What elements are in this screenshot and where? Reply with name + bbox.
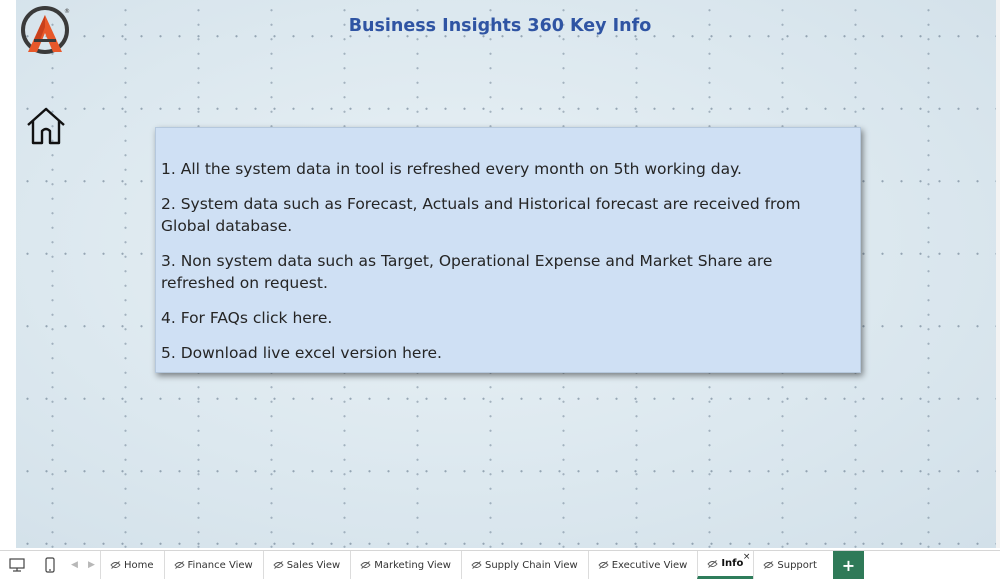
tab-label: Executive View: [611, 559, 688, 571]
prev-tab-icon[interactable]: ◀: [66, 551, 83, 579]
tab-label: Support: [777, 559, 817, 571]
svg-text:®: ®: [64, 8, 70, 15]
tab-info[interactable]: Info ×: [697, 551, 754, 579]
hidden-page-icon: [707, 559, 718, 568]
page-tab-bar: ◀ ▶ Home Finance View Sales View Marketi…: [0, 550, 1000, 579]
page-title: Business Insights 360 Key Info: [348, 16, 652, 36]
tab-sales-view[interactable]: Sales View: [262, 551, 351, 579]
tab-label: Info: [721, 558, 744, 569]
info-item-system-data: 2. System data such as Forecast, Actuals…: [161, 195, 801, 235]
home-icon[interactable]: [25, 105, 67, 147]
mobile-layout-icon[interactable]: [33, 551, 66, 579]
desktop-layout-icon[interactable]: [0, 551, 33, 579]
tab-label: Home: [124, 559, 154, 571]
hidden-page-icon: [471, 561, 482, 569]
hidden-page-icon: [360, 561, 371, 569]
tab-label: Marketing View: [374, 559, 451, 571]
tab-marketing-view[interactable]: Marketing View: [350, 551, 461, 579]
tab-label: Sales View: [286, 559, 341, 571]
add-page-button[interactable]: +: [832, 551, 864, 579]
hidden-page-icon: [173, 561, 185, 569]
tab-home[interactable]: Home: [100, 551, 164, 579]
hidden-page-icon: [763, 561, 774, 569]
tab-finance-view[interactable]: Finance View: [163, 551, 263, 579]
hidden-page-icon: [598, 561, 609, 569]
close-tab-icon[interactable]: ×: [743, 552, 751, 562]
download-excel-link[interactable]: 5. Download live excel version here.: [161, 344, 442, 362]
tab-support[interactable]: Support: [753, 551, 827, 579]
info-item-refresh: 1. All the system data in tool is refres…: [161, 160, 742, 178]
key-info-card: 1. All the system data in tool is refres…: [155, 127, 861, 373]
tab-label: Finance View: [187, 559, 253, 571]
hidden-page-icon: [110, 561, 121, 569]
tab-label: Supply Chain View: [484, 559, 578, 571]
scrollbar[interactable]: [996, 0, 1000, 548]
report-canvas: ® Business Insights 360 Key Info 1. All …: [0, 0, 1000, 550]
info-item-non-system-data: 3. Non system data such as Target, Opera…: [161, 252, 773, 292]
next-tab-icon[interactable]: ▶: [83, 551, 100, 579]
tab-supply-chain-view[interactable]: Supply Chain View: [460, 551, 588, 579]
tab-executive-view[interactable]: Executive View: [587, 551, 698, 579]
faq-link[interactable]: 4. For FAQs click here.: [161, 309, 332, 327]
hidden-page-icon: [273, 561, 284, 569]
